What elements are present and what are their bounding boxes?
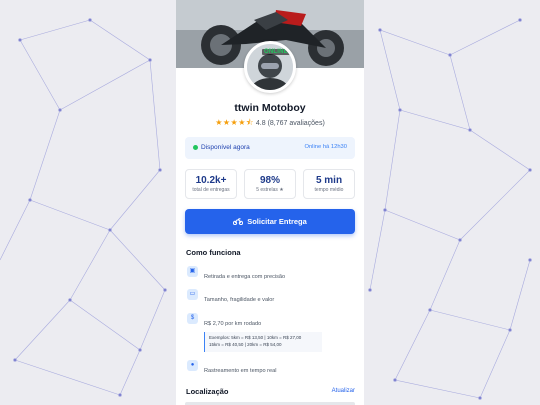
stat-five-stars: 98% 5 estrelas ★ (244, 169, 296, 199)
request-delivery-button[interactable]: Solicitar Entrega (185, 209, 355, 234)
rating-text: 4.8 (8,767 avaliações) (255, 120, 325, 127)
step-tracking: Rastreamento em tempo real (204, 368, 277, 374)
motorcycle-icon (233, 217, 244, 225)
step-price: R$ 2,70 por km rodado (204, 321, 262, 327)
online-time: Online há 12h30 (304, 144, 347, 150)
stat-total-deliveries: 10.2k+ total de entregas (185, 169, 237, 199)
stat-label: total de entregas (192, 187, 230, 193)
update-location-link[interactable]: Atualizar (332, 388, 355, 394)
package-icon: ▭ (187, 289, 198, 300)
stat-value: 10.2k+ (195, 175, 227, 186)
step-size: Tamanho, fragilidade e valor (204, 297, 275, 303)
location-title: Localização (186, 387, 229, 396)
stat-value: 98% (259, 175, 280, 186)
price-examples: Exemplos: 5km = R$ 13,50 | 10km = R$ 27,… (204, 332, 322, 352)
driver-name: ttwin Motoboy (234, 102, 306, 114)
location-icon: ● (187, 360, 198, 371)
stat-average-time: 5 min tempo médio (303, 169, 355, 199)
box-icon: ▣ (187, 266, 198, 277)
star-rating-icon: ★★★★⯪ (215, 118, 254, 127)
driver-profile-card: ONLINE ttwin Motoboy ★★★★⯪ 4.8 (8,767 av… (176, 0, 364, 405)
stat-label: 5 estrelas ★ (256, 187, 284, 193)
money-icon: $ (187, 313, 198, 324)
status-dot-icon (193, 145, 198, 150)
rating-row: ★★★★⯪ 4.8 (8,767 avaliações) (176, 117, 364, 131)
step-pickup: Retirada e entrega com precisão (204, 274, 286, 280)
price-examples-line2: 15km = R$ 40,50 | 20km = R$ 54,00 (209, 341, 282, 347)
status-label: Disponível agora (201, 144, 250, 151)
stat-label: tempo médio (314, 187, 344, 193)
how-it-works-title: Como funciona (186, 248, 241, 257)
stat-value: 5 min (315, 175, 343, 186)
driver-avatar: ONLINE (244, 41, 296, 93)
availability-status: Disponível agora Online há 12h30 (185, 137, 355, 159)
online-badge: ONLINE (262, 49, 290, 55)
request-delivery-label: Solicitar Entrega (247, 217, 307, 226)
